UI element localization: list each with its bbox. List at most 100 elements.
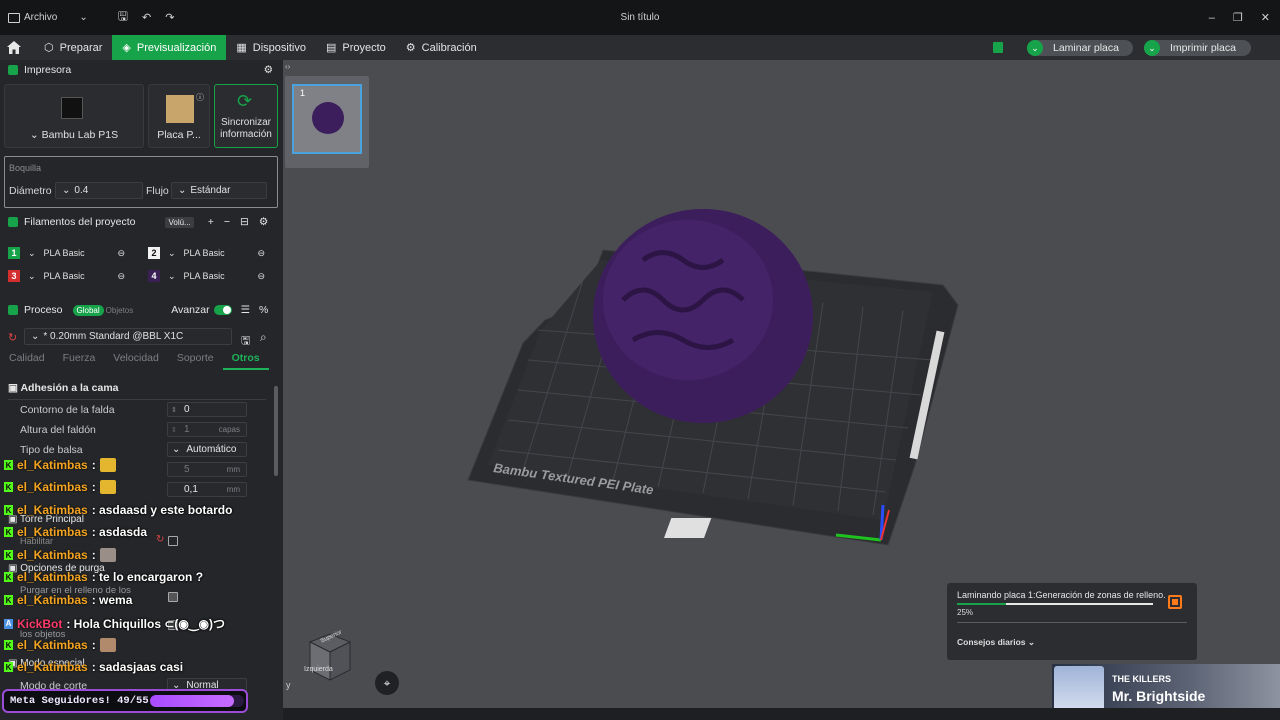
filament-number: 3 — [8, 270, 20, 282]
camera-reset-button[interactable]: ⌖ — [375, 671, 399, 695]
volume-button[interactable]: Volú... — [165, 216, 194, 228]
skirt-height-input[interactable]: ⇕ 1 capas — [167, 422, 247, 437]
tab-calibracion[interactable]: ⚙ Calibración — [396, 35, 487, 60]
filament-row[interactable]: 3 ⌄ PLA Basic ⊖ — [8, 270, 125, 282]
chat-user: el_Katimbas — [17, 638, 88, 652]
maximize-icon[interactable]: ❐ — [1233, 11, 1243, 24]
row-a-input[interactable]: 5 mm — [167, 462, 247, 477]
sync-filaments-icon[interactable]: ⊟ — [240, 216, 249, 228]
subtab-velocidad[interactable]: Velocidad — [104, 352, 168, 370]
save-icon[interactable]: 🖫 — [118, 7, 128, 28]
reset-icon[interactable]: ↻ — [8, 331, 17, 344]
section-divider — [8, 399, 266, 400]
chat-text: : te lo encargaron ? — [91, 570, 204, 584]
stop-slicing-button[interactable] — [1168, 595, 1182, 609]
tab-preparar[interactable]: ⬡ Preparar — [34, 35, 112, 60]
chevron-down-icon: ⌄ — [79, 12, 88, 23]
save-preset-icon[interactable]: 🖫 — [241, 332, 250, 351]
minus-circle-icon[interactable]: ⊖ — [258, 271, 266, 282]
enable-prime-tower-checkbox[interactable] — [168, 536, 178, 546]
multi-plate-icon[interactable] — [993, 42, 1003, 53]
progress-track — [957, 603, 1153, 605]
skirt-loops-input[interactable]: ⇕ 0 — [167, 402, 247, 417]
chevron-down-icon: ⌄ — [62, 185, 71, 196]
list-icon[interactable]: ☰ — [241, 304, 250, 316]
printer-section-header: Impresora ⚙ — [0, 60, 283, 80]
row-b-value: 0,1 — [184, 484, 198, 495]
chevrons-down-icon: ⌄ — [1025, 637, 1035, 647]
info-icon[interactable]: ⓘ — [196, 92, 204, 103]
reset-icon[interactable]: ↻ — [156, 534, 164, 545]
gear-icon[interactable]: ⚙ — [264, 64, 273, 76]
gear-icon[interactable]: ⚙ — [259, 216, 268, 228]
chevron-down-icon: ⌄ — [28, 247, 36, 258]
sync-info-button[interactable]: ⟳ Sincronizar información — [214, 84, 278, 148]
filament-row[interactable]: 4 ⌄ PLA Basic ⊖ — [148, 270, 265, 282]
row-b-input[interactable]: 0,1 mm — [167, 482, 247, 497]
undo-icon[interactable]: ↶ — [142, 11, 151, 24]
file-menu[interactable]: Archivo ⌄ — [8, 12, 88, 23]
search-icon[interactable]: ⌕ — [260, 330, 267, 345]
filament-number: 1 — [8, 247, 20, 259]
advanced-switch[interactable] — [213, 305, 232, 315]
global-toggle[interactable]: Global — [72, 304, 104, 316]
view-cube[interactable]: Superior Izquierda — [302, 629, 352, 690]
filament-row[interactable]: 1 ⌄ PLA Basic ⊖ — [8, 247, 125, 259]
cube-left-label: Izquierda — [304, 666, 333, 673]
chat-message: Kel_Katimbas: — [4, 480, 116, 494]
printer-name-text: Bambu Lab P1S — [41, 129, 119, 141]
minus-circle-icon[interactable]: ⊖ — [258, 248, 266, 259]
plate-select-card[interactable]: ⓘ Placa P... — [148, 84, 210, 148]
progress-fill — [957, 603, 1006, 605]
flow-select[interactable]: ⌄ Estándar — [171, 182, 267, 199]
printer-select-card[interactable]: ⌄ Bambu Lab P1S — [4, 84, 144, 148]
goal-label: Meta Seguidores! 49/55 — [10, 695, 149, 707]
process-preset-select[interactable]: ⌄ * 0.20mm Standard @BBL X1C — [24, 328, 232, 345]
tab-label: Calibración — [421, 41, 477, 54]
subtab-fuerza[interactable]: Fuerza — [54, 352, 105, 370]
add-icon[interactable]: + — [208, 216, 214, 228]
process-icon — [8, 305, 18, 315]
minimize-icon[interactable]: – — [1209, 12, 1215, 24]
plate-thumbnail-1[interactable]: 1 — [292, 84, 362, 154]
goal-track — [150, 695, 244, 707]
chat-text: : sadasjaas casi — [91, 660, 184, 674]
cube-icon: ⬡ — [44, 42, 54, 54]
scrollbar[interactable] — [274, 386, 278, 476]
diameter-select[interactable]: ⌄ 0.4 — [55, 182, 143, 199]
subtab-otros[interactable]: Otros — [222, 352, 269, 370]
object-shading — [603, 220, 773, 380]
daily-tips-toggle[interactable]: Consejos diarios ⌄ — [957, 637, 1035, 648]
compare-icon[interactable]: % — [259, 304, 268, 316]
stepper-icon[interactable]: ⇕ — [171, 426, 177, 434]
minus-circle-icon[interactable]: ⊖ — [118, 271, 126, 282]
subtab-soporte[interactable]: Soporte — [168, 352, 223, 370]
stepper-icon[interactable]: ⇕ — [171, 406, 177, 414]
close-icon[interactable]: ✕ — [1261, 11, 1270, 24]
follower-goal-bar: Meta Seguidores! 49/55 — [2, 689, 248, 713]
row-a-value: 5 — [184, 464, 190, 475]
tab-proyecto[interactable]: ▤ Proyecto — [316, 35, 396, 60]
redo-icon[interactable]: ↷ — [165, 11, 174, 24]
nozzle-box: Boquilla Diámetro ⌄ 0.4 Flujo ⌄ Estándar — [4, 156, 278, 208]
skirt-height-value: 1 — [184, 424, 190, 435]
chevron-down-icon: ⌄ — [1144, 40, 1160, 56]
filaments-section-header: Filamentos del proyecto Volú... + − ⊟ ⚙ — [0, 212, 283, 232]
tab-dispositivo[interactable]: ▦ Dispositivo — [226, 35, 316, 60]
raft-type-select[interactable]: ⌄ Automático — [167, 442, 247, 457]
tab-label: Dispositivo — [252, 41, 306, 54]
minus-circle-icon[interactable]: ⊖ — [118, 248, 126, 259]
filament-row[interactable]: 2 ⌄ PLA Basic ⊖ — [148, 247, 265, 259]
plate-thumbnail — [166, 95, 194, 123]
box-divider — [957, 622, 1187, 623]
subtab-calidad[interactable]: Calidad — [0, 352, 54, 370]
home-button[interactable] — [0, 35, 28, 60]
purge-infill-checkbox[interactable] — [168, 592, 178, 602]
slice-plate-button[interactable]: ⌄ Laminar placa — [1027, 40, 1133, 56]
printer-name: ⌄ Bambu Lab P1S — [5, 129, 143, 141]
print-plate-button[interactable]: ⌄ Imprimir placa — [1144, 40, 1251, 56]
kick-badge-icon: K — [4, 640, 13, 650]
objects-toggle[interactable]: Objetos — [106, 306, 134, 315]
remove-icon[interactable]: − — [224, 216, 230, 228]
tab-previsualizacion[interactable]: ◈ Previsualización — [112, 35, 227, 60]
